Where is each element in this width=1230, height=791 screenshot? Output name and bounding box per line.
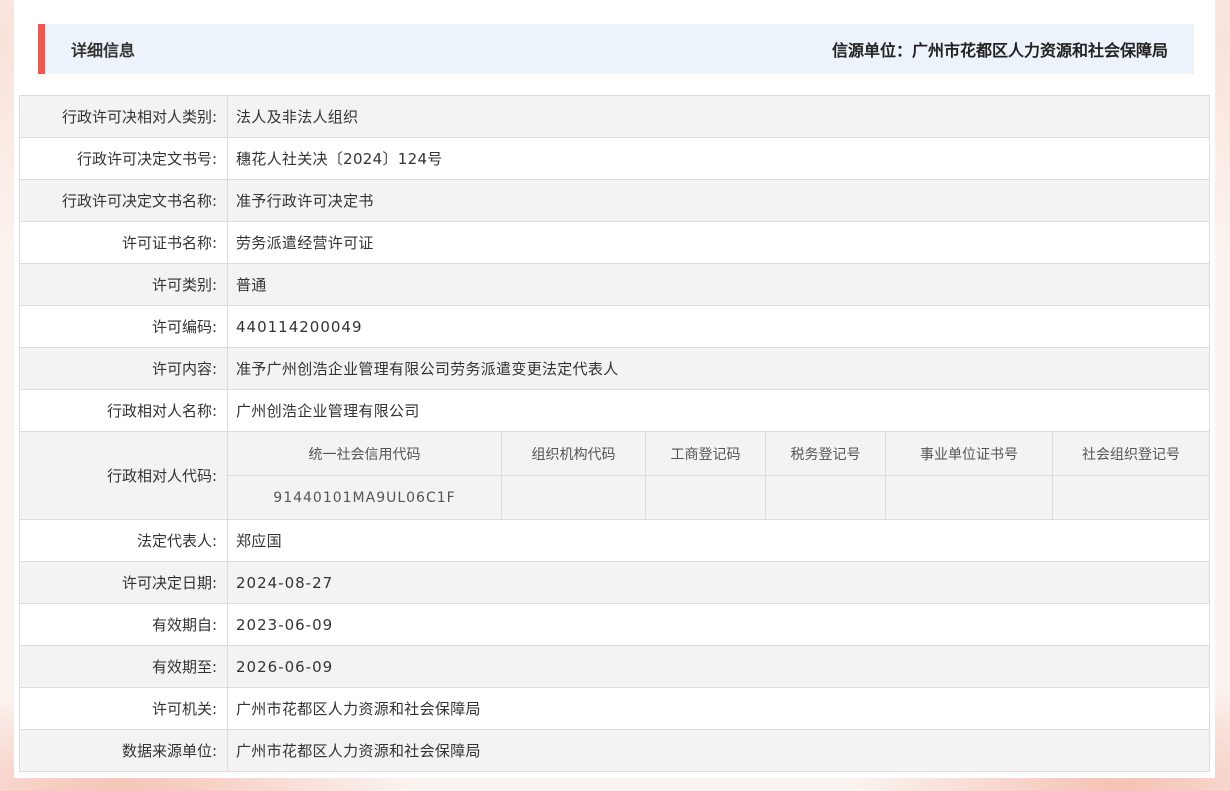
codes-value	[765, 475, 886, 519]
field-value: 440114200049	[227, 305, 1210, 348]
codes-value-row: 91440101MA9UL06C1F	[228, 475, 1209, 519]
table-row: 许可决定日期: 2024-08-27	[19, 561, 1210, 604]
table-row: 数据来源单位: 广州市花都区人力资源和社会保障局	[19, 729, 1210, 772]
field-value: 2024-08-27	[227, 561, 1210, 604]
field-label: 许可编码:	[19, 305, 228, 348]
codes-header: 统一社会信用代码	[228, 432, 502, 476]
codes-value	[885, 475, 1053, 519]
field-value: 2026-06-09	[227, 645, 1210, 688]
codes-header: 事业单位证书号	[885, 432, 1053, 476]
table-row: 许可证书名称: 劳务派遣经营许可证	[19, 221, 1210, 264]
codes-cell: 统一社会信用代码 组织机构代码 工商登记码 税务登记号 事业单位证书号 社会组织…	[227, 431, 1210, 520]
field-label: 许可证书名称:	[19, 221, 228, 264]
field-label: 行政许可决相对人类别:	[19, 95, 228, 138]
table-row: 法定代表人: 郑应国	[19, 519, 1210, 562]
table-row: 行政相对人名称: 广州创浩企业管理有限公司	[19, 389, 1210, 432]
field-label: 行政相对人代码:	[19, 431, 228, 520]
codes-header: 税务登记号	[765, 432, 886, 476]
codes-table: 统一社会信用代码 组织机构代码 工商登记码 税务登记号 事业单位证书号 社会组织…	[228, 432, 1209, 519]
codes-value: 91440101MA9UL06C1F	[228, 475, 502, 519]
codes-header: 社会组织登记号	[1052, 432, 1209, 476]
codes-value	[645, 475, 766, 519]
field-label: 有效期至:	[19, 645, 228, 688]
table-row: 许可类别: 普通	[19, 263, 1210, 306]
table-row: 有效期自: 2023-06-09	[19, 603, 1210, 646]
table-row: 行政许可决定文书号: 穗花人社关决〔2024〕124号	[19, 137, 1210, 180]
field-label: 许可类别:	[19, 263, 228, 306]
section-title: 详细信息	[71, 41, 136, 60]
field-label: 许可内容:	[19, 347, 228, 390]
source-unit: 信源单位：广州市花都区人力资源和社会保障局	[831, 41, 1168, 60]
detail-table: 行政许可决相对人类别: 法人及非法人组织 行政许可决定文书号: 穗花人社关决〔2…	[19, 95, 1210, 772]
field-value: 广州市花都区人力资源和社会保障局	[227, 687, 1210, 730]
field-value: 准予行政许可决定书	[227, 179, 1210, 222]
codes-header: 工商登记码	[645, 432, 766, 476]
field-label: 法定代表人:	[19, 519, 228, 562]
field-value: 普通	[227, 263, 1210, 306]
table-row: 行政许可决定文书名称: 准予行政许可决定书	[19, 179, 1210, 222]
field-value: 劳务派遣经营许可证	[227, 221, 1210, 264]
field-value: 准予广州创浩企业管理有限公司劳务派遣变更法定代表人	[227, 347, 1210, 390]
field-label: 许可机关:	[19, 687, 228, 730]
field-label: 行政相对人名称:	[19, 389, 228, 432]
field-label: 许可决定日期:	[19, 561, 228, 604]
field-label: 数据来源单位:	[19, 729, 228, 772]
table-row: 许可内容: 准予广州创浩企业管理有限公司劳务派遣变更法定代表人	[19, 347, 1210, 390]
field-label: 有效期自:	[19, 603, 228, 646]
detail-header: 详细信息 信源单位：广州市花都区人力资源和社会保障局	[38, 24, 1194, 74]
codes-value	[1052, 475, 1209, 519]
codes-header-row: 统一社会信用代码 组织机构代码 工商登记码 税务登记号 事业单位证书号 社会组织…	[228, 432, 1209, 476]
table-row: 许可机关: 广州市花都区人力资源和社会保障局	[19, 687, 1210, 730]
table-row: 许可编码: 440114200049	[19, 305, 1210, 348]
field-value: 穗花人社关决〔2024〕124号	[227, 137, 1210, 180]
accent-bar	[38, 24, 45, 74]
field-label: 行政许可决定文书名称:	[19, 179, 228, 222]
detail-card: 详细信息 信源单位：广州市花都区人力资源和社会保障局 行政许可决相对人类别: 法…	[14, 0, 1215, 778]
table-row: 有效期至: 2026-06-09	[19, 645, 1210, 688]
table-row-codes: 行政相对人代码: 统一社会信用代码 组织机构代码 工商登记码 税务登记号 事业单…	[19, 431, 1210, 520]
field-value: 郑应国	[227, 519, 1210, 562]
codes-header: 组织机构代码	[501, 432, 646, 476]
field-value: 2023-06-09	[227, 603, 1210, 646]
field-label: 行政许可决定文书号:	[19, 137, 228, 180]
field-value: 广州创浩企业管理有限公司	[227, 389, 1210, 432]
table-row: 行政许可决相对人类别: 法人及非法人组织	[19, 95, 1210, 138]
codes-value	[501, 475, 646, 519]
field-value: 广州市花都区人力资源和社会保障局	[227, 729, 1210, 772]
field-value: 法人及非法人组织	[227, 95, 1210, 138]
